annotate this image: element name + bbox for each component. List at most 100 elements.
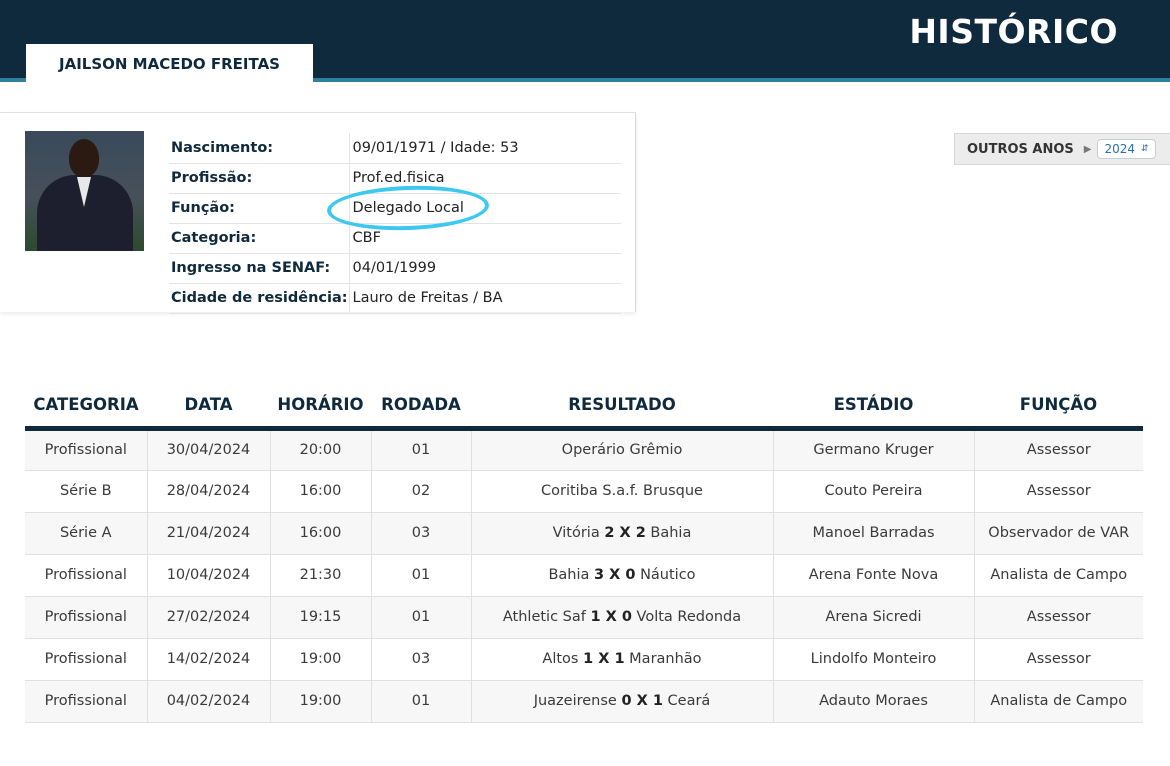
cell-horario: 19:15 xyxy=(270,596,372,639)
column-header[interactable]: RODADA xyxy=(371,390,471,431)
cell-funcao: Assessor xyxy=(974,596,1143,639)
cell-horario: 21:30 xyxy=(270,554,372,597)
away-team: Brusque xyxy=(643,483,703,499)
home-team: Coritiba S.a.f. xyxy=(541,483,639,499)
page-header: HISTÓRICO JAILSON MACEDO FREITAS xyxy=(0,0,1170,84)
cell-data: 30/04/2024 xyxy=(147,428,271,471)
person-name-tab[interactable]: JAILSON MACEDO FREITAS xyxy=(26,44,313,84)
cell-estadio: Arena Fonte Nova xyxy=(773,554,975,597)
cell-rodada: 01 xyxy=(371,596,472,639)
away-team: Grêmio xyxy=(629,442,683,458)
cell-resultado: Juazeirense 0 X 1 Ceará xyxy=(471,680,774,723)
cell-rodada: 03 xyxy=(371,512,472,555)
updown-chevron-icon: ⇵ xyxy=(1141,144,1149,154)
match-score: 1 X 1 xyxy=(583,651,625,667)
table-row[interactable]: Profissional 30/04/2024 20:00 01 Operário Gr… xyxy=(25,428,1143,471)
cell-funcao: Analista de Campo xyxy=(974,554,1143,597)
cell-categoria: Profissional xyxy=(25,596,148,639)
column-header[interactable]: CATEGORIA xyxy=(25,390,147,431)
cell-estadio: Manoel Barradas xyxy=(773,512,975,555)
cell-resultado: Vitória 2 X 2 Bahia xyxy=(471,512,774,555)
table-row[interactable]: Profissional 27/02/2024 19:15 01 Athletic Sa… xyxy=(25,596,1143,639)
cell-categoria: Profissional xyxy=(25,680,148,723)
away-team: Volta Redonda xyxy=(636,609,742,625)
table-row[interactable]: Profissional 10/04/2024 21:30 01 Bahia 3 X 0… xyxy=(25,554,1143,597)
cell-rodada: 01 xyxy=(371,554,472,597)
away-team: Náutico xyxy=(640,567,696,583)
cell-rodada: 02 xyxy=(371,470,472,513)
cell-horario: 20:00 xyxy=(270,428,372,471)
cell-data: 14/02/2024 xyxy=(147,638,271,681)
play-right-icon: ▶ xyxy=(1083,143,1092,155)
match-score: 1 X 0 xyxy=(590,609,632,625)
year-filter-label: OUTROS ANOS xyxy=(967,141,1074,157)
cell-funcao: Assessor xyxy=(974,428,1143,471)
cell-categoria: Profissional xyxy=(25,428,148,471)
column-header[interactable]: DATA xyxy=(147,390,270,431)
profile-card: Nascimento: 09/01/1971 / Idade: 53 Profiss… xyxy=(0,112,636,314)
avatar xyxy=(25,131,144,251)
table-row[interactable]: Série B 28/04/2024 16:00 02 Coritiba S.a.f. … xyxy=(25,470,1143,513)
matches-table: CATEGORIA DATA HORÁRIO RODADA RESULTADO ESTÁD… xyxy=(25,390,1143,723)
cell-categoria: Série B xyxy=(25,470,148,513)
page-title: HISTÓRICO xyxy=(909,12,1118,51)
away-team: Bahia xyxy=(650,525,692,541)
year-select-value: 2024 xyxy=(1104,142,1136,156)
cell-estadio: Lindolfo Monteiro xyxy=(773,638,975,681)
profile-field-label: Nascimento: xyxy=(169,133,349,164)
cell-resultado: Altos 1 X 1 Maranhão xyxy=(471,638,774,681)
column-header[interactable]: FUNÇÃO xyxy=(974,390,1143,431)
profile-field-row: Cidade de residência: Lauro de Freitas / … xyxy=(169,283,621,314)
match-score: 0 X 1 xyxy=(621,693,663,709)
cell-horario: 16:00 xyxy=(270,512,372,555)
cell-categoria: Profissional xyxy=(25,554,148,597)
profile-field-label: Categoria: xyxy=(169,223,349,254)
cell-estadio: Arena Sicredi xyxy=(773,596,975,639)
cell-data: 28/04/2024 xyxy=(147,470,271,513)
profile-field-row: Nascimento: 09/01/1971 / Idade: 53 xyxy=(169,133,621,164)
cell-rodada: 03 xyxy=(371,638,472,681)
cell-categoria: Série A xyxy=(25,512,148,555)
year-filter: OUTROS ANOS ▶ 2024 ⇵ xyxy=(954,133,1170,165)
profile-field-value: Lauro de Freitas / BA xyxy=(348,283,621,314)
profile-field-row: Ingresso na SENAF: 04/01/1999 xyxy=(169,253,621,284)
cell-categoria: Profissional xyxy=(25,638,148,681)
column-header[interactable]: ESTÁDIO xyxy=(773,390,974,431)
home-team: Operário xyxy=(561,442,625,458)
cell-funcao: Assessor xyxy=(974,470,1143,513)
table-row[interactable]: Profissional 04/02/2024 19:00 01 Juazeirense… xyxy=(25,680,1143,723)
home-team: Athletic Saf xyxy=(502,609,586,625)
cell-data: 04/02/2024 xyxy=(147,680,271,723)
column-header[interactable]: RESULTADO xyxy=(471,390,773,431)
profile-field-label: Ingresso na SENAF: xyxy=(169,253,349,284)
cell-horario: 16:00 xyxy=(270,470,372,513)
cell-resultado: Operário Grêmio xyxy=(471,428,774,471)
table-header-row: CATEGORIA DATA HORÁRIO RODADA RESULTADO ESTÁD… xyxy=(25,390,1143,431)
cell-resultado: Coritiba S.a.f. Brusque xyxy=(471,470,774,513)
cell-horario: 19:00 xyxy=(270,680,372,723)
cell-rodada: 01 xyxy=(371,680,472,723)
year-select[interactable]: 2024 ⇵ xyxy=(1097,139,1156,159)
away-team: Ceará xyxy=(667,693,711,709)
cell-horario: 19:00 xyxy=(270,638,372,681)
profile-field-value: 09/01/1971 / Idade: 53 xyxy=(348,133,621,164)
match-score: 3 X 0 xyxy=(593,567,636,583)
cell-estadio: Germano Kruger xyxy=(773,428,975,471)
cell-rodada: 01 xyxy=(371,428,472,471)
away-team: Maranhão xyxy=(629,651,702,667)
column-header[interactable]: HORÁRIO xyxy=(270,390,371,431)
cell-resultado: Bahia 3 X 0 Náutico xyxy=(471,554,774,597)
home-team: Bahia xyxy=(548,567,590,583)
table-row[interactable]: Profissional 14/02/2024 19:00 03 Altos 1 X 1… xyxy=(25,638,1143,681)
cell-estadio: Adauto Moraes xyxy=(773,680,975,723)
cell-estadio: Couto Pereira xyxy=(773,470,975,513)
home-team: Altos xyxy=(542,651,579,667)
cell-data: 27/02/2024 xyxy=(147,596,271,639)
cell-resultado: Athletic Saf 1 X 0 Volta Redonda xyxy=(471,596,774,639)
profile-field-label: Função: xyxy=(169,193,349,224)
home-team: Vitória xyxy=(552,525,600,541)
profile-field-label: Cidade de residência: xyxy=(169,283,349,314)
cell-data: 10/04/2024 xyxy=(147,554,271,597)
avatar-head xyxy=(69,139,99,177)
table-row[interactable]: Série A 21/04/2024 16:00 03 Vitória 2 X 2 Ba… xyxy=(25,512,1143,555)
